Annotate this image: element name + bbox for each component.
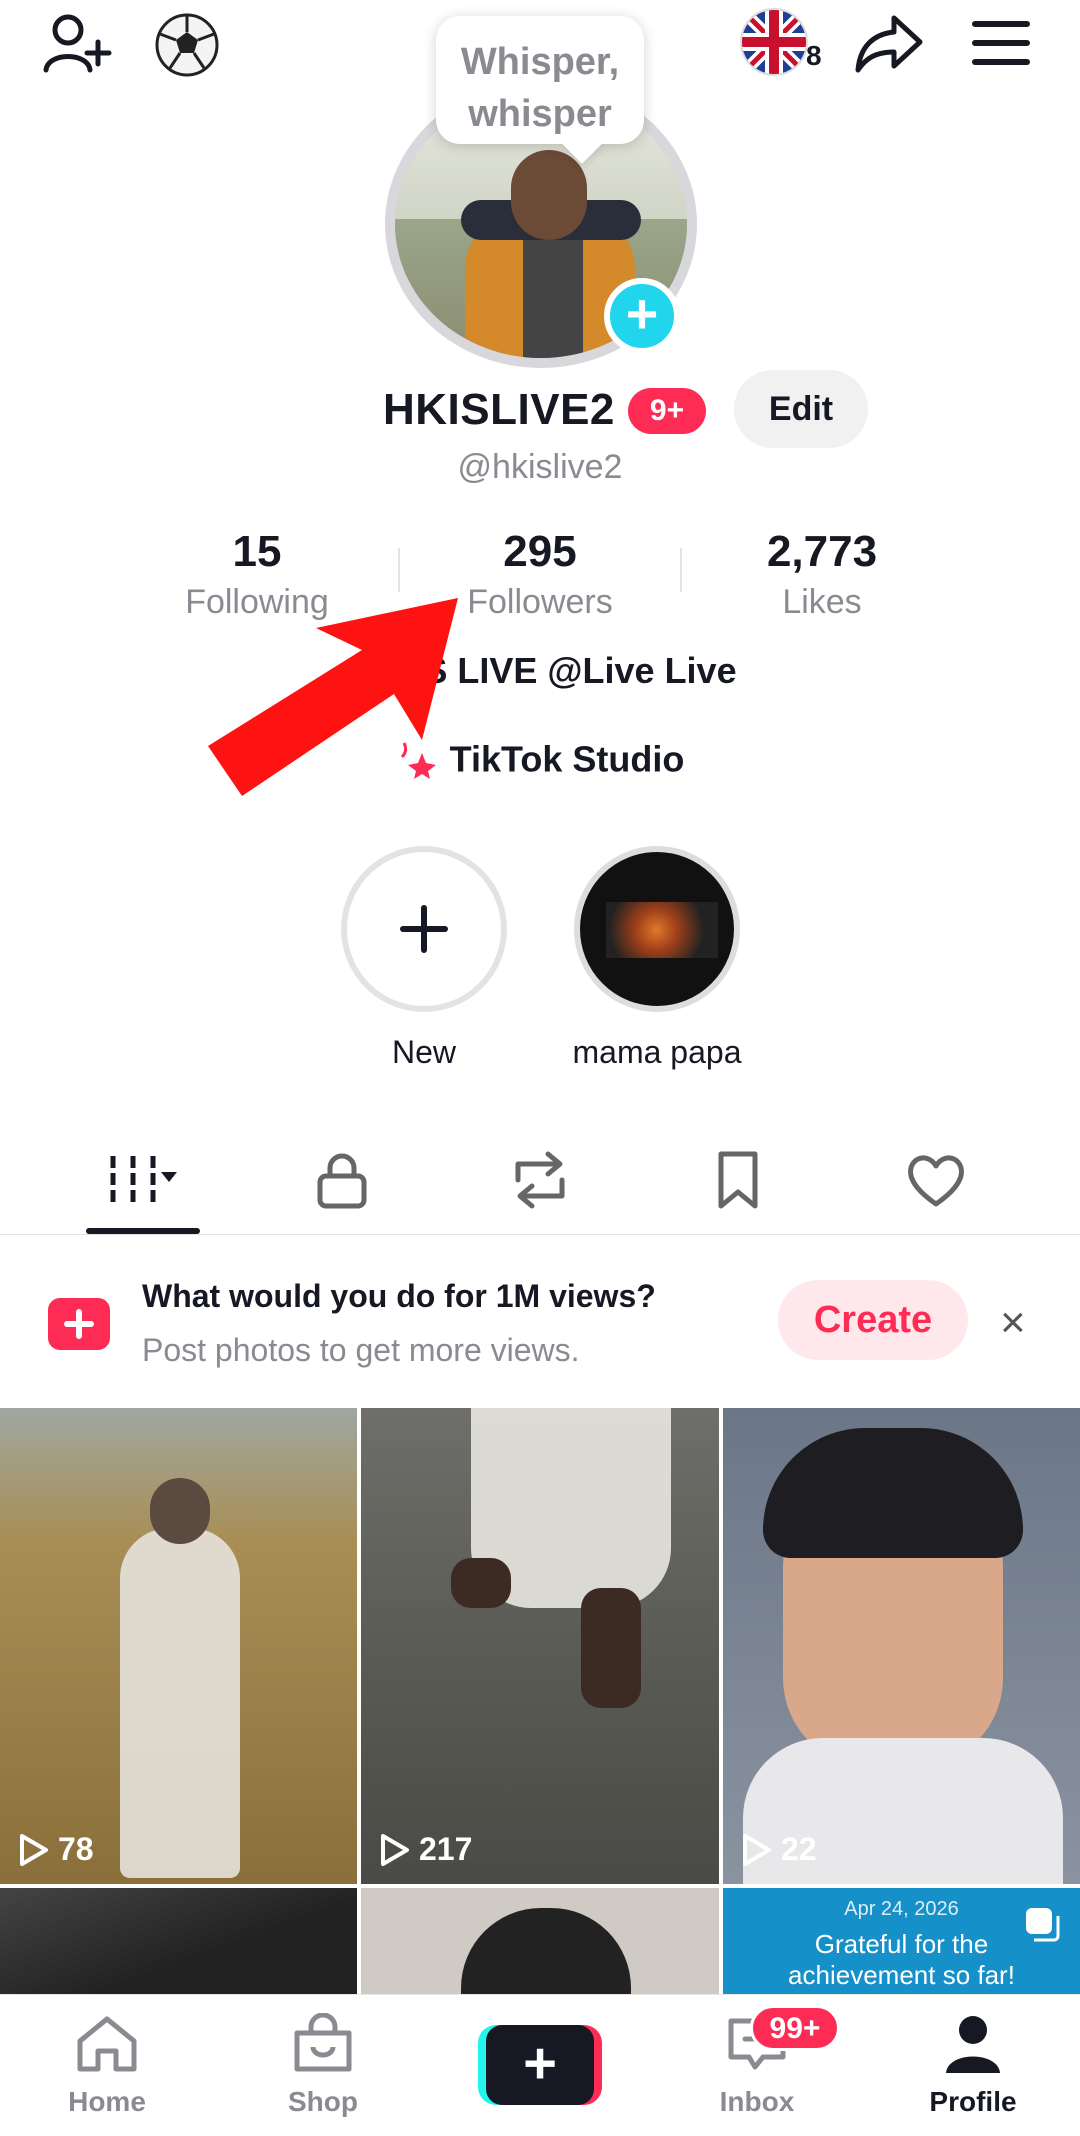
tab-liked[interactable] [876,1140,996,1236]
play-icon [743,1833,771,1866]
video-tile[interactable]: 78 [0,1408,357,1884]
whisper-tooltip[interactable]: Whisper, whisper [436,16,644,144]
video-tile[interactable] [0,1888,357,1994]
nav-inbox-label: Inbox [719,2086,795,2117]
name-row: HKISLIVE2 9+ Edit [0,370,1080,450]
add-user-icon[interactable] [42,12,114,76]
promo-title: What would you do for 1M views? [142,1278,656,1314]
uk-flag-badge[interactable]: 8 [740,8,850,78]
menu-icon[interactable] [972,18,1030,68]
tooltip-line-1: Whisper, [460,41,620,83]
followers-count: 295 [503,527,577,576]
highlight-thumbnail [574,846,740,1012]
nav-shop[interactable]: Shop [243,2012,403,2118]
tab-private[interactable] [282,1140,402,1236]
bio-line: S LIVE @Live Live [0,650,1080,692]
create-button[interactable]: Create [778,1280,968,1360]
video-tile-milestone[interactable]: Apr 24, 2026 Grateful for the achievemen… [723,1888,1080,1994]
view-count-value: 22 [781,1831,817,1867]
new-highlight-circle [341,846,507,1012]
nav-home-label: Home [68,2086,146,2117]
view-count: 22 [741,1831,817,1868]
likes-count: 2,773 [766,527,878,576]
nav-shop-label: Shop [288,2086,358,2117]
nav-profile-label: Profile [929,2086,1017,2117]
view-count-value: 78 [58,1831,94,1867]
play-icon [20,1833,48,1866]
grid-videos-icon [110,1156,177,1202]
flag-count: 8 [806,40,822,71]
repost-icon [515,1151,565,1209]
display-name: HKISLIVE2 [383,385,615,434]
notification-badge[interactable]: 9+ [628,388,706,434]
tabs-divider [0,1234,1080,1235]
shop-bag-icon [294,2012,352,2072]
profile-icon [946,2016,1000,2073]
user-handle: @hkislive2 [457,448,623,486]
home-icon [77,2016,137,2072]
tooltip-line-2: whisper [468,93,612,135]
bookmark-icon [718,1151,758,1209]
video-tile[interactable]: 22 [723,1408,1080,1884]
view-count: 78 [18,1831,94,1868]
highlight-mama-papa[interactable]: mama papa [572,846,742,1071]
highlight-label: mama papa [572,1034,742,1070]
stat-divider [680,548,682,592]
add-post-icon [48,1298,110,1350]
profile-tabs [0,1140,1080,1236]
create-video-button[interactable]: + [478,2025,602,2105]
video-tile[interactable] [361,1888,719,1994]
soccer-ball-icon[interactable] [154,12,220,78]
play-icon [381,1833,409,1866]
tiktok-studio-label: TikTok Studio [449,738,685,780]
nav-profile[interactable]: Profile [893,2013,1053,2118]
stat-likes[interactable]: 2,773 Likes [702,524,942,624]
uk-flag-icon [740,8,808,76]
promo-subtitle: Post photos to get more views. [142,1332,580,1368]
following-count: 15 [232,527,282,576]
tab-saved[interactable] [678,1140,798,1236]
heart-icon [908,1155,964,1207]
video-tile[interactable]: 217 [361,1408,719,1884]
tiktok-studio-link[interactable]: TikTok Studio [0,736,1080,780]
milestone-caption-2: achievement so far! [788,1960,1015,1990]
multi-photo-icon [1022,1904,1062,1944]
highlight-label: New [391,1034,456,1070]
edit-profile-button[interactable]: Edit [734,370,868,448]
promo-banner[interactable]: What would you do for 1M views? Post pho… [0,1236,1080,1406]
share-icon[interactable] [854,12,924,76]
red-arrow-annotation [200,590,470,805]
likes-label: Likes [782,583,862,621]
tab-reposts[interactable] [480,1140,600,1236]
highlight-new[interactable]: New [339,846,509,1071]
nav-home[interactable]: Home [27,2013,187,2118]
bio-text: S LIVE @Live Live [423,650,737,691]
bottom-nav: Home Shop + Inbox 99+ Profile [0,1994,1080,2136]
close-icon[interactable]: × [1000,1298,1026,1348]
inbox-badge: 99+ [750,2005,840,2051]
plus-icon: + [486,2025,594,2105]
add-story-button[interactable]: + [604,278,680,354]
view-count-value: 217 [419,1831,473,1867]
stat-divider [398,548,400,592]
lock-icon [317,1153,367,1209]
tab-videos[interactable] [83,1140,203,1236]
view-count: 217 [379,1831,472,1868]
